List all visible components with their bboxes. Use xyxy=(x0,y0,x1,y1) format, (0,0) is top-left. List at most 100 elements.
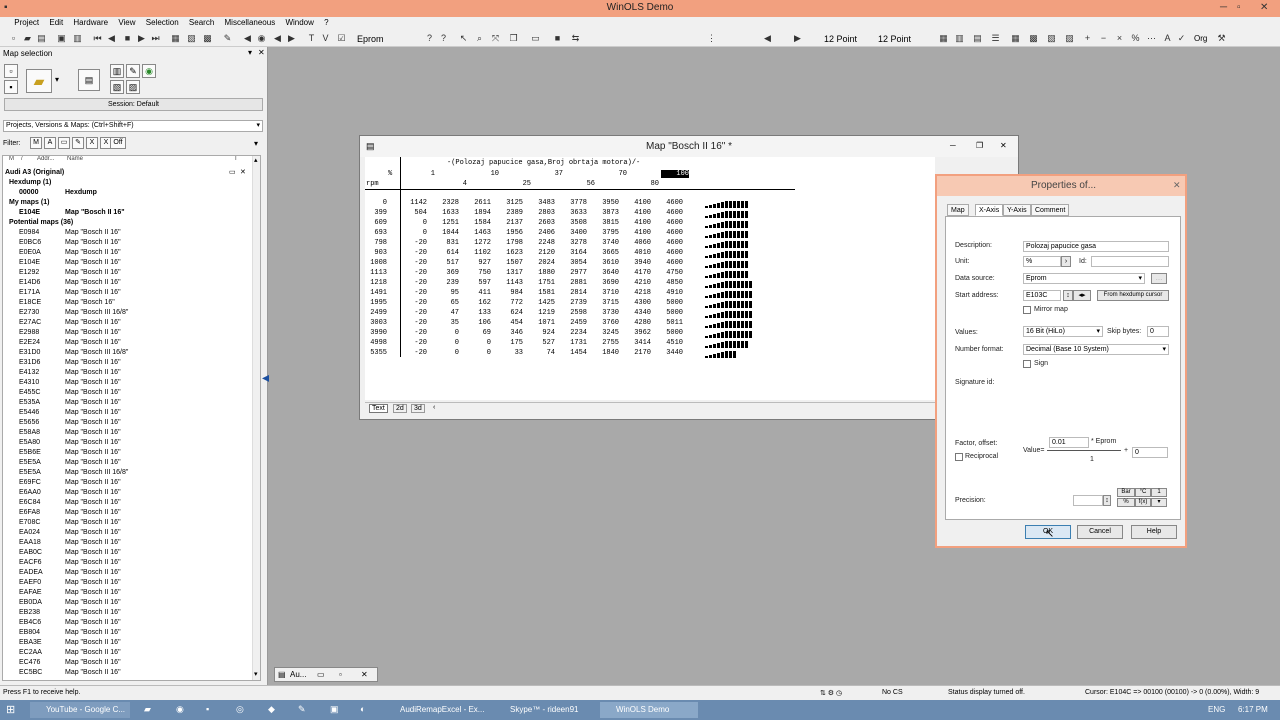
cursor-icon[interactable]: ↖ xyxy=(458,33,469,44)
tree-node[interactable]: My maps (1) xyxy=(3,198,253,208)
map-cell[interactable]: 454 xyxy=(493,319,523,327)
checkmark-icon[interactable]: ✓ xyxy=(1176,33,1187,44)
open-icon[interactable]: ▰ xyxy=(22,33,33,44)
compare-icon[interactable]: ▨ xyxy=(1064,33,1075,44)
scroll-down-icon[interactable]: ▾ xyxy=(254,670,258,678)
menu-view[interactable]: View xyxy=(114,17,139,28)
map-cell[interactable]: 597 xyxy=(461,279,491,287)
map-cell[interactable]: 3633 xyxy=(557,209,587,217)
map-cell[interactable]: 4600 xyxy=(653,209,683,217)
col-slash[interactable]: / xyxy=(21,156,23,162)
map-cell[interactable]: 74 xyxy=(525,349,555,357)
address-nav-button[interactable]: ◂▸ xyxy=(1073,290,1091,301)
map-cell[interactable]: 0 xyxy=(461,339,491,347)
save-project-icon[interactable]: ▪ xyxy=(4,80,18,94)
map-cell[interactable]: 0 xyxy=(397,219,427,227)
tool-icon[interactable]: ✎ xyxy=(222,33,233,44)
tab-x-axis[interactable]: X-Axis xyxy=(975,204,1004,216)
map-cell[interactable]: 2120 xyxy=(525,249,555,257)
map-cell[interactable]: 3440 xyxy=(653,349,683,357)
map-cell[interactable]: 1425 xyxy=(525,299,555,307)
y-axis-label[interactable]: 1008 xyxy=(357,259,387,267)
start-icon[interactable]: ⊞ xyxy=(6,703,15,716)
x-axis-label[interactable]: 1 xyxy=(405,170,435,178)
list-item[interactable]: EB238 Map "Bosch II 16" xyxy=(3,608,253,618)
copy-icon[interactable]: ❐ xyxy=(508,33,519,44)
diff-icon[interactable]: ▧ xyxy=(1046,33,1057,44)
session-label[interactable]: Session: Default xyxy=(4,98,263,111)
x-axis-label[interactable]: 4 xyxy=(437,180,467,188)
map-cell[interactable]: -20 xyxy=(397,249,427,257)
task-winols[interactable]: WinOLS Demo xyxy=(600,702,698,718)
list-item[interactable]: E0BC6 Map "Bosch II 16" xyxy=(3,238,253,248)
app-icon-6[interactable]: ▣ xyxy=(330,704,339,715)
filter-m-icon[interactable]: M xyxy=(30,137,42,149)
map-cell[interactable]: 4510 xyxy=(653,339,683,347)
map-cell[interactable]: 162 xyxy=(461,299,491,307)
globe-icon[interactable]: ◉ xyxy=(256,33,267,44)
list-item[interactable]: E5B6E Map "Bosch II 16" xyxy=(3,448,253,458)
map-cell[interactable]: 1584 xyxy=(461,219,491,227)
list-item[interactable]: E27AC Map "Bosch II 16" xyxy=(3,318,253,328)
split-icon[interactable]: ⇆ xyxy=(570,33,581,44)
map-cell[interactable]: -20 xyxy=(397,269,427,277)
list-item[interactable]: E104E Map "Bosch II 16" xyxy=(3,258,253,268)
list-item[interactable]: EB804 Map "Bosch II 16" xyxy=(3,628,253,638)
scroll-left-icon[interactable]: ‹ xyxy=(433,404,435,411)
map-cell[interactable]: 1507 xyxy=(493,259,523,267)
nav-left-icon[interactable]: ◀ xyxy=(762,33,773,44)
y-axis-label[interactable]: 0 xyxy=(357,199,387,207)
task-skype[interactable]: Skype™ - rideen91 xyxy=(494,702,590,718)
question-icon[interactable]: ? xyxy=(424,33,435,44)
close-button[interactable]: ✕ xyxy=(1260,2,1268,13)
x-axis-label[interactable]: 70 xyxy=(597,170,627,178)
list-item[interactable]: EC2AA Map "Bosch II 16" xyxy=(3,648,253,658)
open-dropdown-icon[interactable]: ▾ xyxy=(55,75,59,84)
fx-button[interactable]: f(x) xyxy=(1135,498,1151,507)
task-excel[interactable]: AudiRemapExcel - Ex... xyxy=(384,702,488,718)
map-cell[interactable]: 0 xyxy=(461,349,491,357)
map-cell[interactable]: 4750 xyxy=(653,269,683,277)
map-cell[interactable]: 4300 xyxy=(621,299,651,307)
map-cell[interactable]: 133 xyxy=(461,309,491,317)
tree-node[interactable]: Potential maps (36) xyxy=(3,218,253,228)
list-item[interactable]: E5A80 Map "Bosch II 16" xyxy=(3,438,253,448)
y-axis-label[interactable]: 1113 xyxy=(357,269,387,277)
map-cell[interactable]: -20 xyxy=(397,259,427,267)
list-item[interactable]: E4310 Map "Bosch II 16" xyxy=(3,378,253,388)
play-icon[interactable]: ▶ xyxy=(286,33,297,44)
list-item[interactable]: E0E0A Map "Bosch II 16" xyxy=(3,248,253,258)
map-cell[interactable]: 984 xyxy=(493,289,523,297)
map-table[interactable]: -(Polozaj papucice gasa,Broj obrtaja mot… xyxy=(365,157,935,400)
map-cell[interactable]: 4210 xyxy=(621,279,651,287)
fill-icon[interactable]: ■ xyxy=(552,33,563,44)
task-chrome[interactable]: YouTube - Google C... xyxy=(30,702,130,718)
layout-icon[interactable]: ▤ xyxy=(972,33,983,44)
v-icon[interactable]: V xyxy=(320,33,331,44)
scroll-up-icon[interactable]: ▴ xyxy=(254,156,258,164)
list-item[interactable]: EBA3E Map "Bosch II 16" xyxy=(3,638,253,648)
map-cell[interactable]: 0 xyxy=(397,229,427,237)
map-cell[interactable]: -20 xyxy=(397,289,427,297)
map-cell[interactable]: -20 xyxy=(397,309,427,317)
map-cell[interactable]: 3245 xyxy=(589,329,619,337)
list-item[interactable]: EC476 Map "Bosch II 16" xyxy=(3,658,253,668)
map-cell[interactable]: 2248 xyxy=(525,239,555,247)
menu-miscellaneous[interactable]: Miscellaneous xyxy=(221,17,280,28)
more-units-icon[interactable]: ▾ xyxy=(1151,498,1167,507)
restore-icon[interactable]: ▭ xyxy=(317,670,325,679)
tool-a-icon[interactable]: ▥ xyxy=(110,64,124,78)
map-cell[interactable]: 3508 xyxy=(557,219,587,227)
tool-e-icon[interactable]: ▨ xyxy=(126,80,140,94)
map-cell[interactable]: 1317 xyxy=(493,269,523,277)
first-icon[interactable]: ⏮ xyxy=(92,33,103,44)
t-icon[interactable]: T xyxy=(306,33,317,44)
eprom-label[interactable]: Eprom xyxy=(357,34,384,44)
minus-icon[interactable]: − xyxy=(1098,33,1109,44)
map-cell[interactable]: 1071 xyxy=(525,319,555,327)
from-hexdump-button[interactable]: From hexdump cursor xyxy=(1097,290,1169,301)
map-cell[interactable]: 3940 xyxy=(621,259,651,267)
list-item[interactable]: E31D6 Map "Bosch II 16" xyxy=(3,358,253,368)
map-cell[interactable]: 2739 xyxy=(557,299,587,307)
y-axis-label[interactable]: 798 xyxy=(357,239,387,247)
